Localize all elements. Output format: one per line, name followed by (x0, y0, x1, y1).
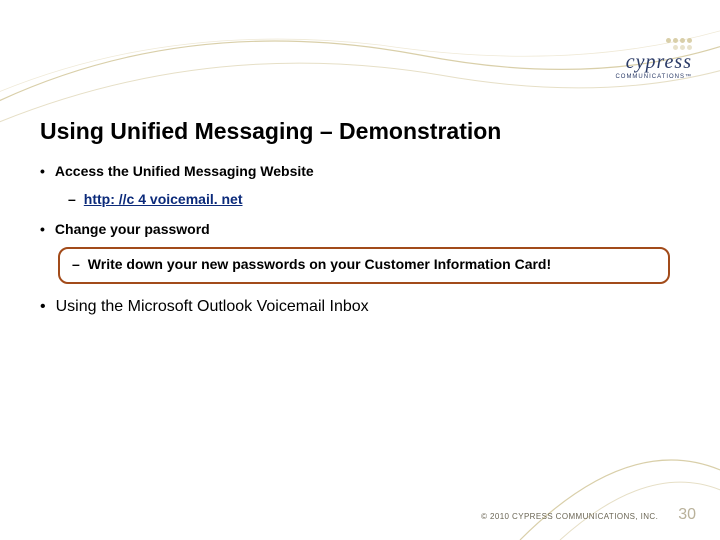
bullet-outlook: • Using the Microsoft Outlook Voicemail … (40, 298, 680, 316)
logo: cypress COMMUNICATIONS™ (615, 38, 692, 80)
copyright-text: © 2010 CYPRESS COMMUNICATIONS, INC. (481, 512, 658, 521)
bullet-dot-icon: • (40, 221, 45, 237)
bullet-dot-icon: • (40, 163, 45, 179)
slide-title: Using Unified Messaging – Demonstration (40, 118, 680, 145)
logo-subtitle: COMMUNICATIONS™ (615, 74, 692, 80)
bullet-outlook-label: Using the Microsoft Outlook Voicemail In… (56, 298, 369, 316)
footer: © 2010 CYPRESS COMMUNICATIONS, INC. 30 (481, 506, 696, 524)
bullet-change-label: Change your password (55, 221, 210, 237)
subbullet-link: – http: //c 4 voicemail. net (68, 191, 680, 207)
callout-text: Write down your new passwords on your Cu… (88, 255, 551, 274)
logo-name: cypress (615, 52, 692, 72)
bullet-list: • Access the Unified Messaging Website –… (40, 163, 680, 316)
slide: cypress COMMUNICATIONS™ Using Unified Me… (0, 0, 720, 540)
callout-box: – Write down your new passwords on your … (58, 247, 670, 284)
logo-dots-icon (615, 38, 692, 43)
voicemail-link[interactable]: http: //c 4 voicemail. net (84, 191, 243, 207)
dash-icon: – (72, 255, 80, 274)
logo-dots-icon (615, 45, 692, 50)
bullet-access-label: Access the Unified Messaging Website (55, 163, 314, 179)
page-number: 30 (678, 506, 696, 524)
content-area: Using Unified Messaging – Demonstration … (40, 118, 680, 330)
bullet-access: • Access the Unified Messaging Website –… (40, 163, 680, 207)
dash-icon: – (68, 191, 76, 207)
bullet-dot-icon: • (40, 298, 46, 316)
bullet-change-password: • Change your password – Write down your… (40, 221, 680, 284)
